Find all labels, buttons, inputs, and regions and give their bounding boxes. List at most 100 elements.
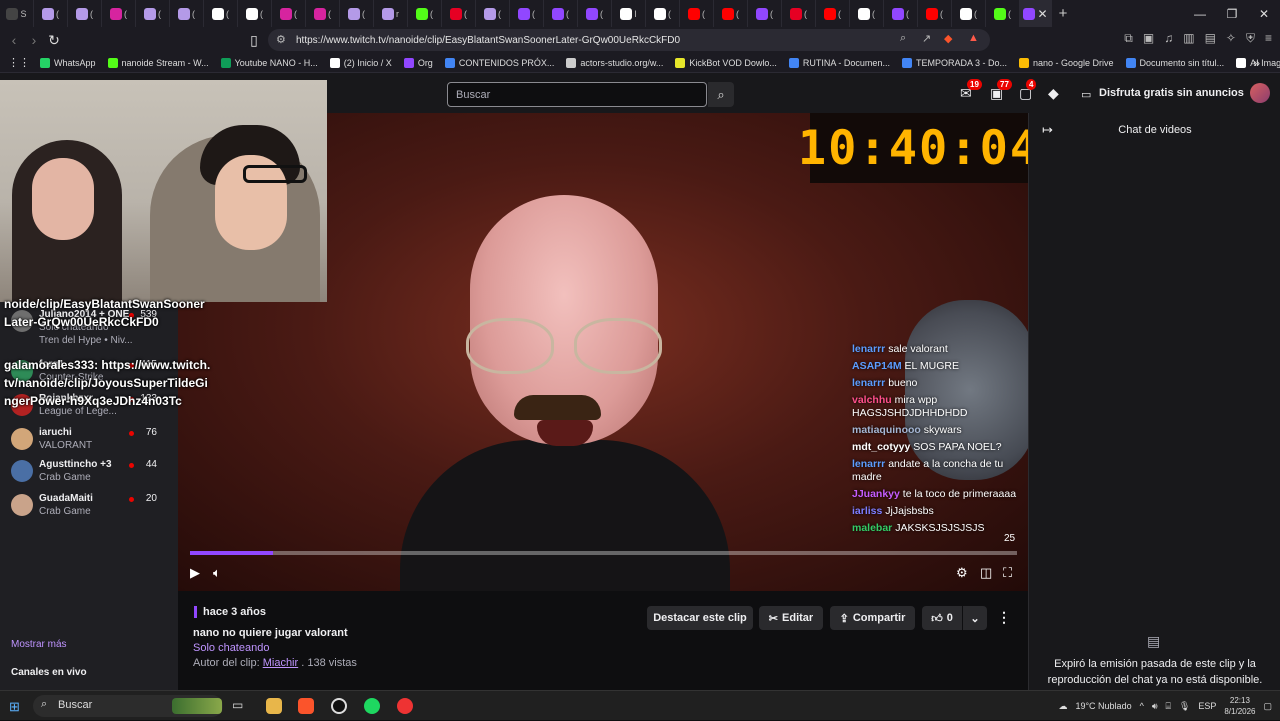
browser-tab[interactable]: (	[646, 0, 680, 27]
browser-tab[interactable]: (	[782, 0, 816, 27]
user-avatar[interactable]	[1250, 83, 1270, 103]
bookmark-item[interactable]: Documento sin títul...	[1125, 57, 1224, 68]
screenshot-icon[interactable]: ▣	[1143, 31, 1154, 46]
app-icon[interactable]	[331, 698, 347, 714]
weather-text[interactable]: 19°C Nublado	[1075, 701, 1131, 711]
brave-shield-icon[interactable]: ◆	[944, 32, 952, 45]
more-options-icon[interactable]: ⋮	[997, 609, 1011, 626]
browser-tab[interactable]: (	[714, 0, 748, 27]
browser-tab[interactable]: (	[850, 0, 884, 27]
browser-tab[interactable]: (	[544, 0, 578, 27]
leo-icon[interactable]: ✧	[1226, 31, 1236, 46]
fullscreen-icon[interactable]: ⛶	[1003, 565, 1012, 581]
browser-tab[interactable]: (	[816, 0, 850, 27]
browser-tab[interactable]: (	[442, 0, 476, 27]
share-icon[interactable]: ↗	[922, 32, 931, 45]
browser-tab[interactable]: (	[918, 0, 952, 27]
forward-button[interactable]: ›	[24, 32, 44, 48]
bookmark-item[interactable]: TEMPORADA 3 - Do...	[901, 57, 1007, 68]
browser-tab[interactable]: (	[578, 0, 612, 27]
taskbar-clock[interactable]: 22:13 8/1/2026	[1224, 695, 1255, 717]
volume-icon[interactable]: 🔈︎	[213, 565, 221, 581]
vpn-icon[interactable]: ⛨	[1246, 31, 1255, 46]
more-bookmarks-icon[interactable]: »	[1253, 56, 1260, 70]
brave-rewards-icon[interactable]: ▲	[968, 32, 979, 44]
browser-tab[interactable]: (	[136, 0, 170, 27]
extensions-icon[interactable]: ⧉	[1124, 31, 1133, 46]
obs-icon[interactable]	[397, 698, 413, 714]
maximize-button[interactable]: ❐	[1216, 0, 1248, 27]
speaker-icon[interactable]: 🔊︎	[1152, 701, 1158, 712]
bookmark-item[interactable]: nanoide Stream - W...	[107, 57, 209, 68]
clip-author-link[interactable]: Miachir	[263, 657, 298, 669]
sidebar-icon[interactable]: ▥	[1183, 31, 1194, 46]
browser-tab[interactable]: (	[34, 0, 68, 27]
file-explorer-icon[interactable]	[266, 698, 282, 714]
clip-category-link[interactable]: Solo chateando	[193, 642, 269, 654]
url-bar[interactable]: ⚙ https://www.twitch.tv/nanoide/clip/Eas…	[268, 29, 990, 51]
browser-tab[interactable]: (	[68, 0, 102, 27]
notifications-icon[interactable]: ▣ 77	[990, 79, 1012, 102]
browser-tab[interactable]: (	[986, 0, 1020, 27]
browser-tab[interactable]: (	[102, 0, 136, 27]
widget-thumbnail[interactable]	[172, 698, 222, 714]
close-window-button[interactable]: ✕	[1248, 0, 1280, 27]
browser-tab[interactable]: (	[306, 0, 340, 27]
bookmark-item[interactable]: actors-studio.org/w...	[566, 57, 663, 68]
notification-center-icon[interactable]: ▢	[1263, 701, 1272, 712]
bookmark-item[interactable]: Youtube NANO - H...	[220, 57, 318, 68]
music-icon[interactable]: ♫	[1164, 31, 1173, 46]
site-info-icon[interactable]: ⚙	[276, 33, 286, 46]
browser-tab[interactable]: (	[510, 0, 544, 27]
bits-icon[interactable]: ◆	[1048, 85, 1059, 102]
browser-tab[interactable]: S	[0, 0, 34, 27]
bookmark-icon[interactable]: ▯	[244, 32, 264, 49]
browser-tab-active[interactable]: ✕	[1020, 0, 1052, 27]
like-clip-button[interactable]: 👍︎ 0	[922, 606, 962, 630]
bookmark-item[interactable]: (2) Inicio / X	[329, 57, 392, 68]
settings-icon[interactable]: ⚙	[956, 565, 968, 581]
tray-chevron-icon[interactable]: ^	[1140, 701, 1144, 711]
back-button[interactable]: ‹	[4, 32, 24, 48]
browser-tab[interactable]: (	[340, 0, 374, 27]
browser-tab[interactable]: (	[476, 0, 510, 27]
browser-tab[interactable]: I	[612, 0, 646, 27]
search-icon[interactable]: ⌕	[708, 82, 734, 107]
play-icon[interactable]: ▶	[190, 565, 200, 581]
bookmark-item[interactable]: KickBot VOD Dowlo...	[675, 57, 777, 68]
bookmark-item[interactable]: WhatsApp	[40, 57, 96, 68]
sidebar-channel-item[interactable]: Agusttincho +3 Crab Game 44	[0, 456, 178, 490]
browser-tab[interactable]: r	[374, 0, 408, 27]
network-icon[interactable]: ⌸	[1165, 701, 1170, 712]
browser-tab[interactable]: (	[170, 0, 204, 27]
search-input[interactable]: Buscar	[447, 82, 707, 107]
close-tab-icon[interactable]: ✕	[1037, 7, 1047, 21]
bookmark-item[interactable]: Org	[403, 57, 433, 68]
video-progress-bar[interactable]	[190, 551, 1017, 555]
bookmark-item[interactable]: CONTENIDOS PRÓX...	[444, 57, 554, 68]
browser-tab[interactable]: (	[272, 0, 306, 27]
sidebar-channel-item[interactable]: iaruchi VALORANT 76	[0, 424, 178, 458]
browser-tab[interactable]: (	[748, 0, 782, 27]
dislike-dropdown-button[interactable]: ⌄	[963, 606, 987, 630]
zoom-icon[interactable]: ⌕	[900, 32, 906, 45]
browser-tab[interactable]: (	[408, 0, 442, 27]
inbox-icon[interactable]: ✉ 19	[960, 79, 982, 102]
wallet-icon[interactable]: ▤	[1205, 31, 1216, 46]
sidebar-channel-item[interactable]: GuadaMaiti Crab Game 20	[0, 490, 178, 524]
browser-tab[interactable]: (	[884, 0, 918, 27]
feature-clip-button[interactable]: Destacar este clip	[647, 606, 753, 630]
edit-clip-button[interactable]: ✂ Editar	[759, 606, 823, 630]
show-more-link[interactable]: Mostrar más	[11, 639, 67, 650]
new-tab-button[interactable]: +	[1052, 5, 1074, 22]
share-clip-button[interactable]: ⇪ Compartir	[830, 606, 915, 630]
mic-icon[interactable]: 🎙︎	[1179, 701, 1190, 712]
whispers-icon[interactable]: ▢ 4	[1019, 79, 1037, 102]
windows-start-icon[interactable]: ⊞	[9, 699, 20, 715]
browser-tab[interactable]: (	[204, 0, 238, 27]
browser-tab[interactable]: (	[680, 0, 714, 27]
theatre-mode-icon[interactable]: ◫	[980, 565, 992, 581]
bookmark-item[interactable]: RUTINA - Documen...	[788, 57, 890, 68]
menu-icon[interactable]: ≡	[1265, 31, 1272, 46]
ad-free-promo-button[interactable]: Disfruta gratis sin anuncios	[1099, 87, 1244, 99]
